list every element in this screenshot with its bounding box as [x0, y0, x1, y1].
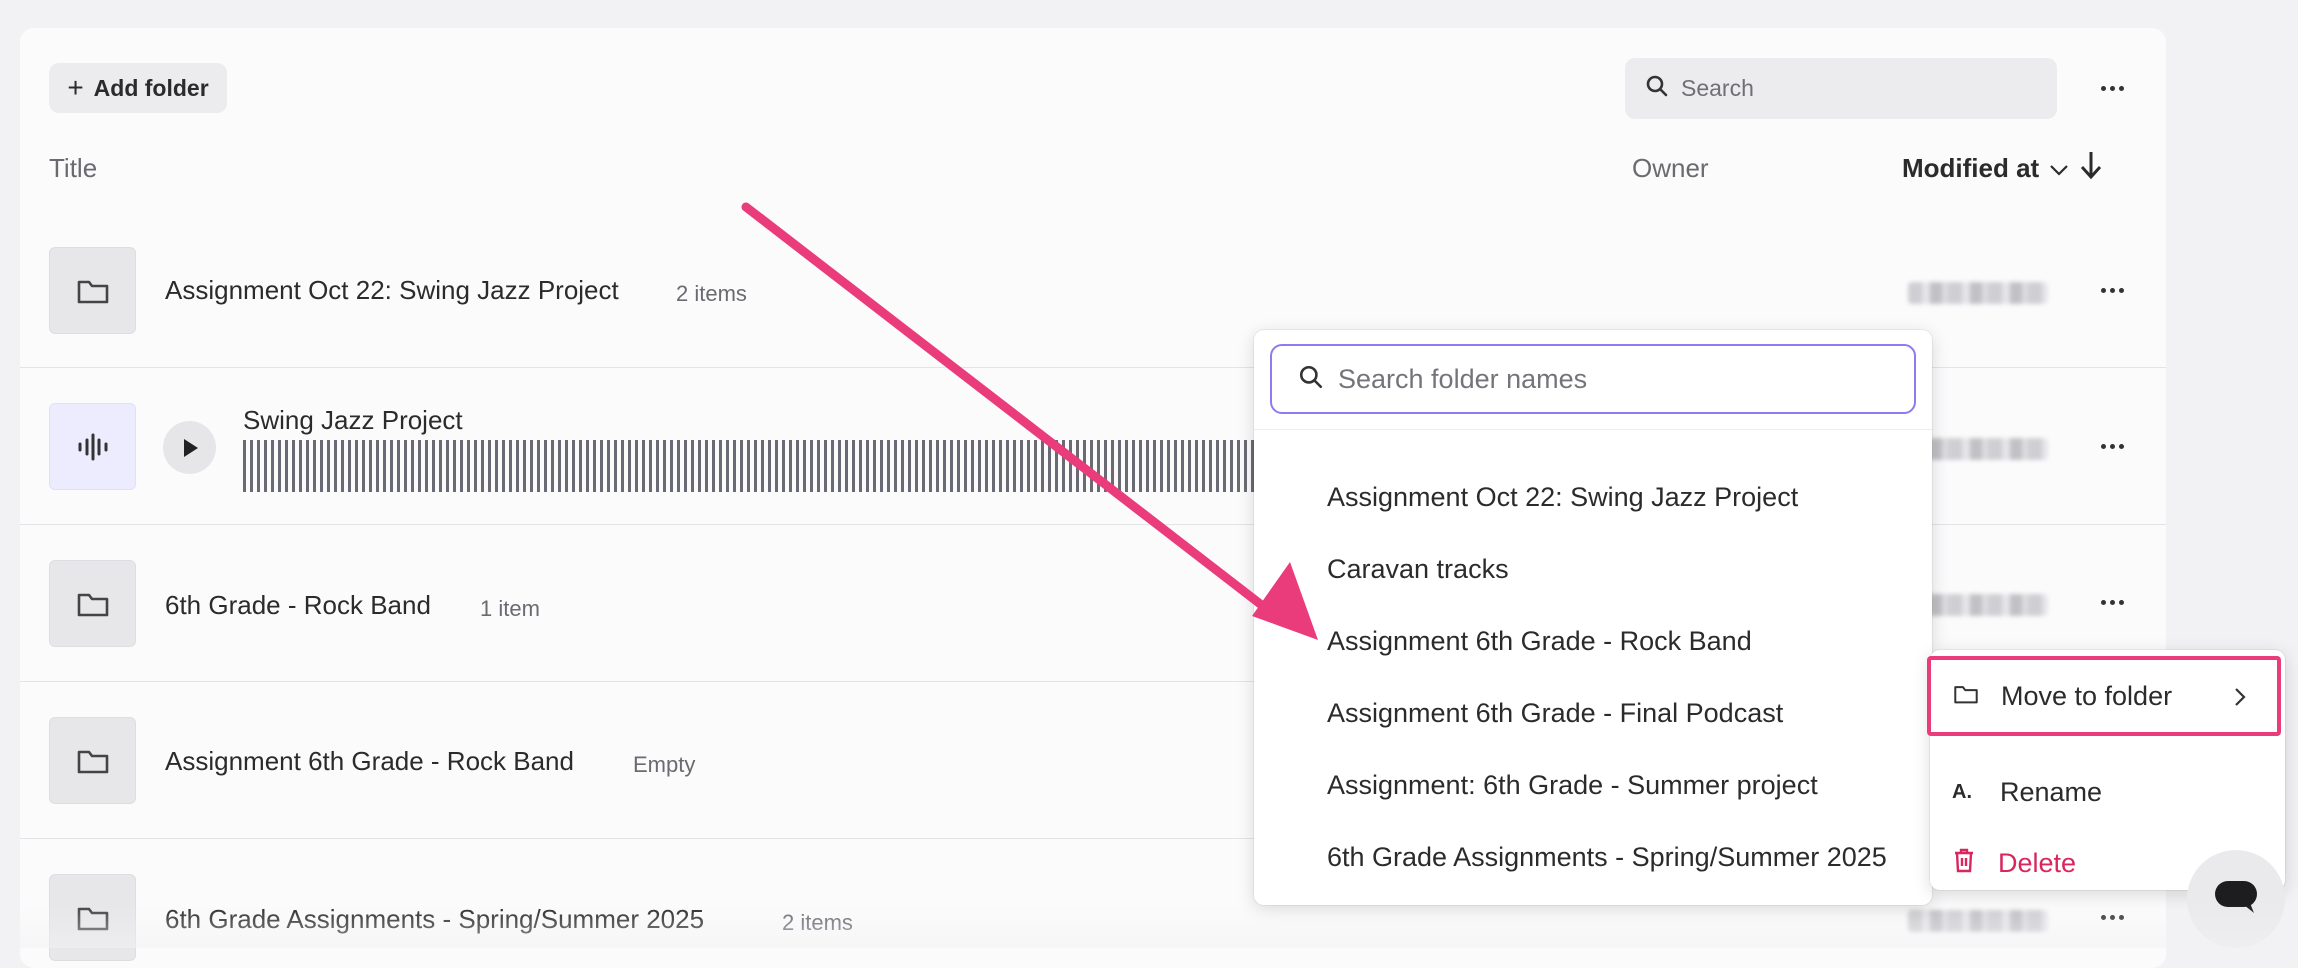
row-more-icon[interactable]: [2092, 902, 2132, 932]
row-more-icon[interactable]: [2092, 275, 2132, 305]
column-header-owner[interactable]: Owner: [1632, 153, 1709, 184]
folder-icon: [1953, 681, 1979, 712]
audio-waveform[interactable]: [243, 440, 1255, 492]
chat-icon: [2212, 877, 2260, 922]
search-field[interactable]: [1625, 58, 2057, 119]
chat-support-button[interactable]: [2187, 850, 2285, 948]
row-title[interactable]: 6th Grade - Rock Band: [165, 590, 431, 621]
row-item-count: 1 item: [480, 596, 540, 621]
folder-option[interactable]: Assignment: 6th Grade - Summer project: [1327, 770, 1818, 801]
rename-icon: A.: [1952, 780, 1972, 803]
column-header-modified-label: Modified at: [1902, 153, 2040, 183]
folder-option[interactable]: Caravan tracks: [1327, 554, 1509, 585]
modified-date-redacted: [1908, 282, 2048, 304]
move-to-folder-dropdown: Assignment Oct 22: Swing Jazz Project Ca…: [1254, 330, 1932, 905]
modified-date-redacted: [1908, 910, 2048, 932]
sort-descending-icon[interactable]: [2079, 150, 2103, 187]
chevron-down-icon[interactable]: [2049, 153, 2069, 184]
folder-option[interactable]: 6th Grade Assignments - Spring/Summer 20…: [1327, 842, 1887, 873]
row-title[interactable]: 6th Grade Assignments - Spring/Summer 20…: [165, 904, 704, 935]
search-input[interactable]: [1681, 75, 2041, 102]
folder-search-input[interactable]: [1338, 363, 1898, 395]
rename-menu-item[interactable]: A. Rename: [1930, 757, 2285, 827]
folder-search-field[interactable]: [1270, 344, 1916, 414]
trash-icon: [1952, 847, 1976, 880]
search-icon: [1645, 74, 1669, 103]
folder-icon[interactable]: [49, 560, 136, 647]
folder-icon[interactable]: [49, 717, 136, 804]
plus-icon: +: [67, 72, 84, 103]
column-header-modified[interactable]: Modified at: [1902, 150, 2103, 187]
chevron-right-icon: [2233, 684, 2247, 715]
more-options-icon[interactable]: [2092, 73, 2132, 103]
row-title[interactable]: Assignment Oct 22: Swing Jazz Project: [165, 275, 619, 306]
audio-waveform-icon[interactable]: [49, 403, 136, 490]
folder-option[interactable]: Assignment 6th Grade - Final Podcast: [1327, 698, 1783, 729]
add-folder-label: Add folder: [93, 74, 209, 101]
row-title[interactable]: Swing Jazz Project: [243, 405, 463, 436]
divider: [1254, 429, 1932, 430]
row-item-count: 2 items: [676, 281, 747, 306]
folder-icon[interactable]: [49, 247, 136, 334]
row-item-count: Empty: [633, 752, 696, 777]
folder-option[interactable]: Assignment Oct 22: Swing Jazz Project: [1327, 482, 1798, 513]
rename-label: Rename: [2000, 776, 2103, 807]
add-folder-button[interactable]: + Add folder: [49, 63, 227, 113]
folder-option[interactable]: Assignment 6th Grade - Rock Band: [1327, 626, 1752, 657]
move-to-folder-menu-item[interactable]: Move to folder: [1927, 656, 2281, 736]
delete-label: Delete: [1998, 847, 2077, 878]
row-more-icon[interactable]: [2092, 431, 2132, 461]
move-to-folder-label: Move to folder: [2001, 680, 2173, 711]
row-title[interactable]: Assignment 6th Grade - Rock Band: [165, 746, 574, 777]
column-header-title[interactable]: Title: [49, 153, 97, 184]
row-more-icon[interactable]: [2092, 587, 2132, 617]
play-button[interactable]: [163, 421, 216, 474]
row-item-count: 2 items: [782, 910, 853, 935]
search-icon: [1298, 364, 1324, 395]
